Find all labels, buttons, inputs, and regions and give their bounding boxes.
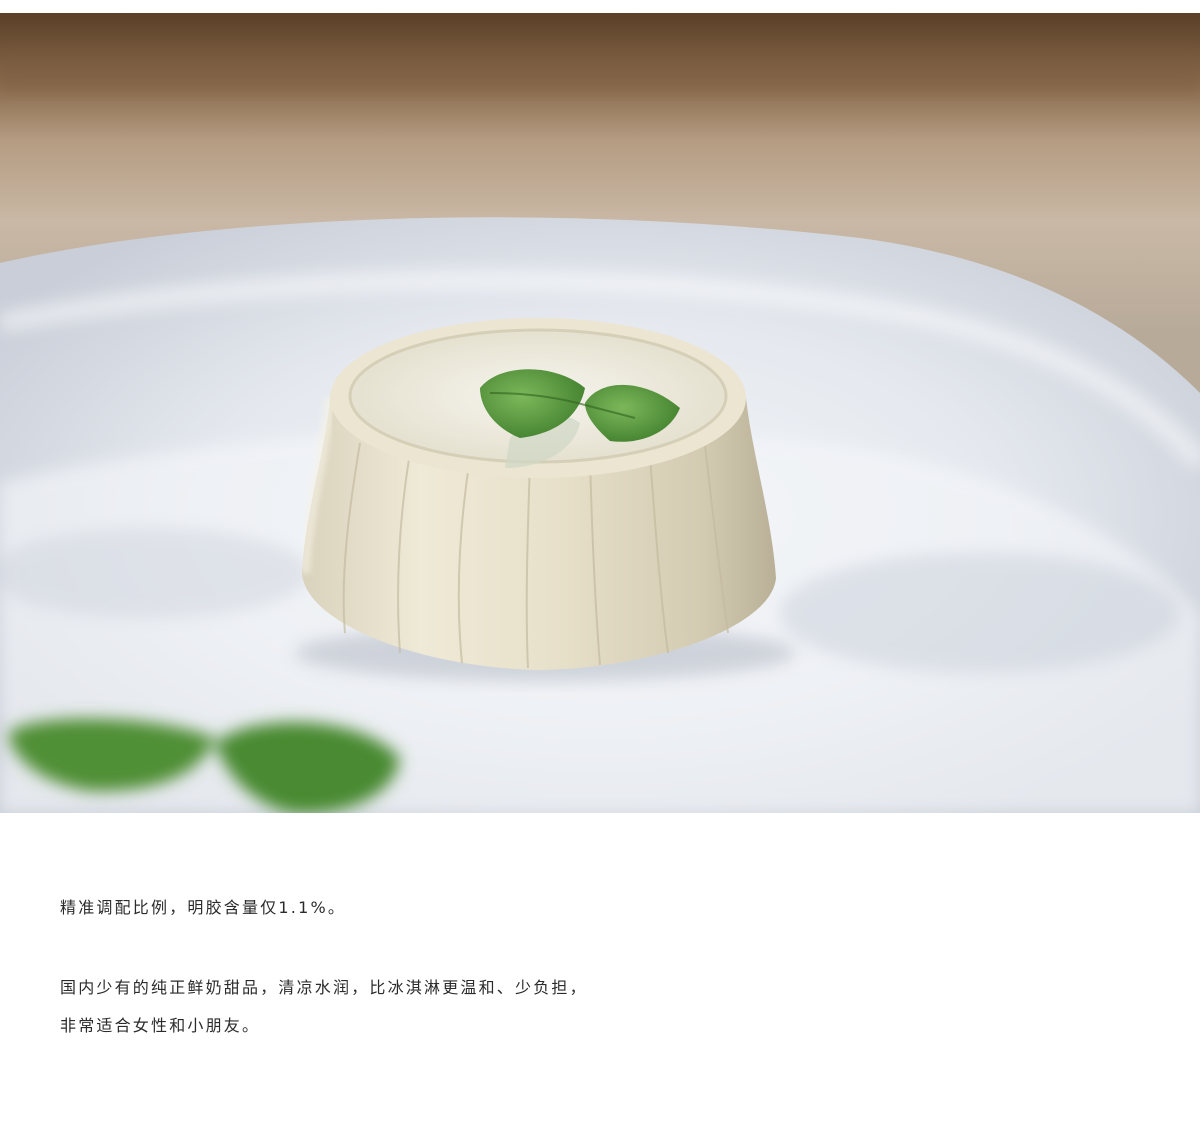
- description-line-3: 非常适合女性和小朋友。: [60, 1016, 261, 1035]
- description-line-1: 精准调配比例，明胶含量仅1.1%。: [60, 898, 347, 917]
- description-line-2: 国内少有的纯正鲜奶甜品，清凉水润，比冰淇淋更温和、少负担，: [60, 978, 588, 997]
- hero-photo: [0, 13, 1200, 813]
- product-description: 精准调配比例，明胶含量仅1.1%。 国内少有的纯正鲜奶甜品，清凉水润，比冰淇淋更…: [60, 893, 1160, 1041]
